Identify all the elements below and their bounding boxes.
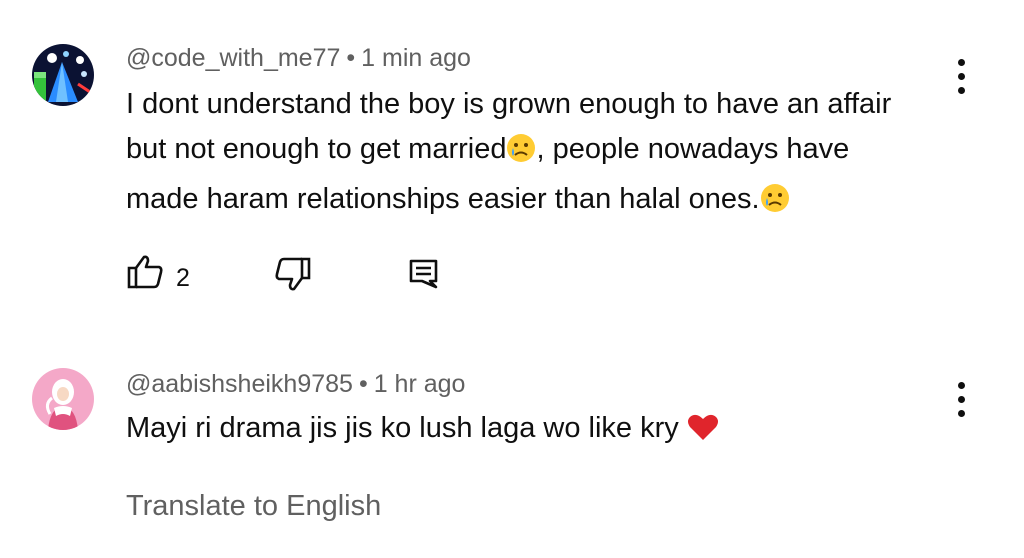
more-vert-icon[interactable] [948,57,974,97]
comment-text-part: but not enough to get married [126,133,507,165]
comment-text: I dont understand the boy is grown enoug… [126,82,946,227]
reply-icon [409,259,438,289]
crying-face-emoji [506,132,536,177]
username[interactable]: @code_with_me77 [126,44,340,72]
crying-face-emoji [760,182,790,227]
comment-text-part: made haram relationships easier than hal… [126,183,760,215]
separator: • [346,44,356,72]
translate-button[interactable]: Translate to English [126,490,381,523]
comment-text: Mayi ri drama jis jis ko lush laga wo li… [126,406,946,456]
timestamp[interactable]: 1 min ago [361,44,471,72]
red-heart-emoji [687,411,719,456]
comment-line: made haram relationships easier than hal… [126,177,946,227]
dislike-button[interactable] [272,256,312,297]
thumbs-up-icon [127,255,163,289]
like-button[interactable] [126,254,164,295]
avatar-image [32,368,94,430]
avatar-image [32,44,94,106]
comment-meta: @code_with_me77 • 1 min ago [126,44,471,73]
like-count: 2 [176,264,190,292]
avatar[interactable] [32,44,94,106]
comment-line: but not enough to get married , people no… [126,127,946,177]
more-vert-icon[interactable] [948,380,974,420]
comment-text-part: Mayi ri drama jis jis ko lush laga wo li… [126,412,679,444]
comment-text-part: , people nowadays have [536,133,850,165]
avatar[interactable] [32,368,94,430]
reply-button[interactable] [408,258,440,295]
separator: • [358,370,368,398]
comment-line: I dont understand the boy is grown enoug… [126,88,892,120]
timestamp[interactable]: 1 hr ago [374,370,466,398]
thumbs-down-icon [275,257,311,291]
comment-meta: @aabishsheikh9785 • 1 hr ago [126,370,465,399]
username[interactable]: @aabishsheikh9785 [126,370,353,398]
